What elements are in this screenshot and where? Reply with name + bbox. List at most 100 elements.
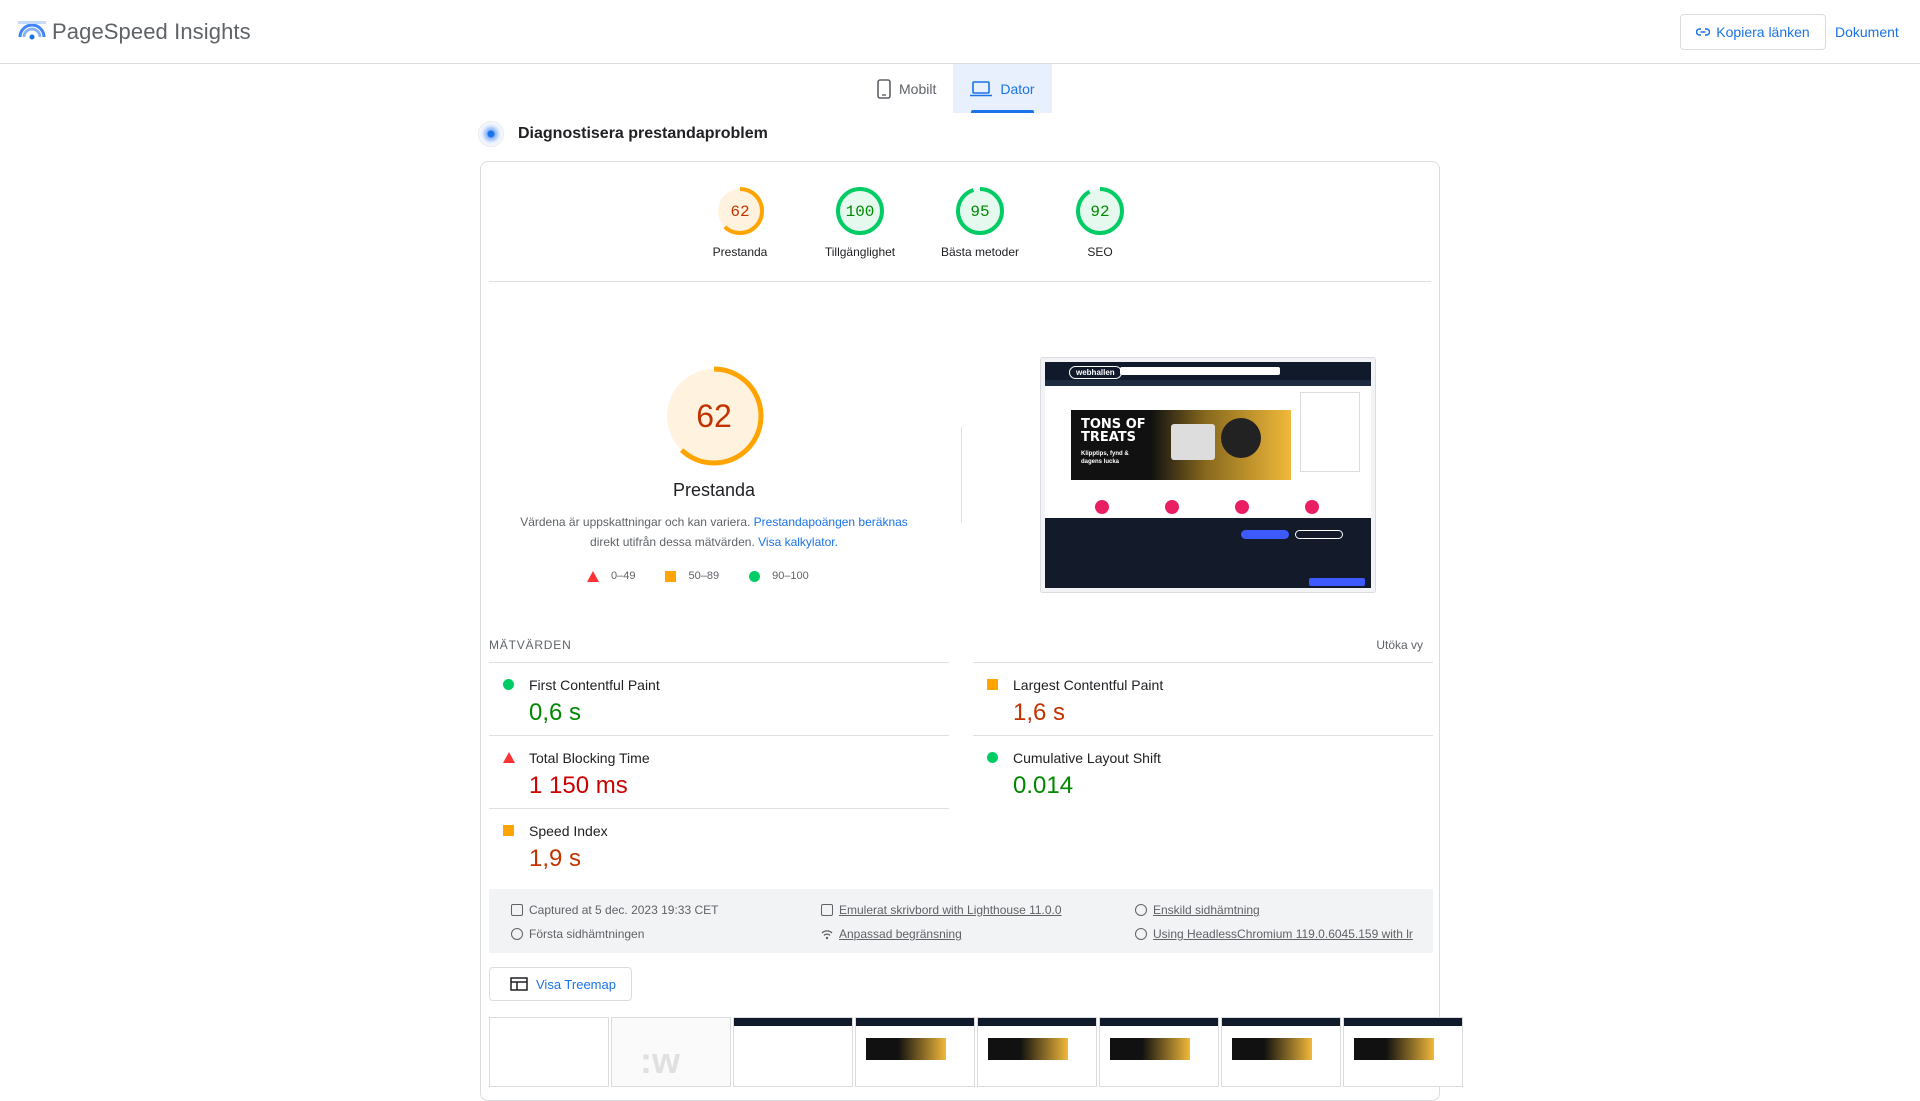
metric-fcp-name: First Contentful Paint [529, 677, 660, 693]
copy-link-button[interactable]: Kopiera länken [1680, 14, 1826, 50]
seo-score: 92 [1090, 203, 1109, 221]
info-browser[interactable]: Using HeadlessChromium 119.0.6045.159 wi… [1135, 927, 1425, 941]
metric-lcp-name: Largest Contentful Paint [1013, 677, 1164, 693]
docs-link[interactable]: Dokument [1835, 24, 1899, 40]
screenshot-content: webhallen TONS OF TREATS Klipptips, fynd… [1045, 362, 1371, 588]
site-search-bar [1120, 367, 1280, 375]
category-gauges: 62 Prestanda 100 Tillgänglighet 95 Bästa… [481, 162, 1439, 282]
gauge-accessibility[interactable]: 100 Tillgänglighet [815, 186, 905, 259]
note-text: Värdena är uppskattningar och kan varier… [520, 515, 754, 529]
laptop-icon [970, 80, 993, 96]
legend-fail: 0–49 [587, 570, 635, 582]
tab-mobile[interactable]: Mobilt [860, 64, 953, 113]
gauge-best-practices-label: Bästa metoder [940, 245, 1020, 259]
calculator-link[interactable]: Visa kalkylator. [758, 535, 838, 549]
average-square-icon [987, 679, 998, 690]
cookie-settings-button [1295, 530, 1343, 539]
filmstrip-frame [489, 1017, 609, 1087]
filmstrip-frame [977, 1017, 1097, 1087]
metric-cls-name: Cumulative Layout Shift [1013, 750, 1161, 766]
filmstrip-frame [855, 1017, 975, 1087]
metric-lcp: Largest Contentful Paint 1,6 s [973, 662, 1433, 735]
info-throttling[interactable]: Anpassad begränsning [821, 927, 962, 941]
triangle-icon [587, 570, 599, 582]
info-captured-text: Captured at 5 dec. 2023 19:33 CET [529, 903, 719, 917]
performance-big-gauge: 62 [664, 366, 764, 466]
page-screenshot[interactable]: webhallen TONS OF TREATS Klipptips, fynd… [1040, 357, 1376, 593]
link-icon [1696, 28, 1711, 36]
filmstrip: :w [489, 1017, 1463, 1087]
performance-score-ring: 62 [716, 187, 764, 235]
performance-big-score: 62 [696, 398, 732, 434]
info-first-load: Första sidhämtningen [511, 927, 644, 941]
legend-pass-range: 90–100 [772, 570, 809, 582]
filmstrip-frame: :w [611, 1017, 731, 1087]
filmstrip-frame [733, 1017, 853, 1087]
cookie-footer-button [1309, 578, 1365, 586]
copy-link-label: Kopiera länken [1716, 24, 1810, 40]
filmstrip-frame [1343, 1017, 1463, 1087]
hero-headphones [1221, 418, 1261, 458]
hero-subtitle: Klipptips, fynd & dagens lucka [1081, 451, 1129, 465]
seo-score-ring: 92 [1076, 187, 1124, 235]
browser-icon [1135, 928, 1147, 940]
performance-note: Värdena är uppskattningar och kan varier… [511, 512, 917, 552]
pass-circle-icon [503, 679, 514, 690]
pagespeed-logo-icon [18, 21, 46, 40]
calculation-link[interactable]: Prestandapoängen beräknas [754, 515, 908, 529]
tab-desktop[interactable]: Dator [953, 64, 1052, 113]
run-info: Captured at 5 dec. 2023 19:33 CET Första… [489, 889, 1433, 953]
legend-average-range: 50–89 [688, 570, 720, 582]
gauge-seo-label: SEO [1087, 245, 1113, 259]
tab-mobile-label: Mobilt [899, 80, 937, 97]
product-badge-3 [1235, 500, 1249, 514]
average-square-icon [503, 825, 514, 836]
accessibility-score: 100 [846, 203, 875, 221]
info-single-load[interactable]: Enskild sidhämtning [1135, 903, 1260, 917]
cookie-banner [1045, 518, 1371, 588]
calendar-icon [511, 904, 523, 916]
vertical-separator [961, 427, 962, 523]
metric-lcp-value: 1,6 s [1013, 699, 1066, 726]
product-badge-2 [1165, 500, 1179, 514]
metric-cls: Cumulative Layout Shift 0.014 [973, 735, 1433, 808]
product-badge-1 [1095, 500, 1109, 514]
performance-score: 62 [730, 203, 749, 221]
info-emulated-text: Emulerat skrivbord with Lighthouse 11.0.… [839, 903, 1062, 917]
phone-icon [877, 78, 891, 99]
metric-si-value: 1,9 s [529, 845, 582, 872]
view-treemap-button[interactable]: Visa Treemap [489, 967, 632, 1001]
device-tabs: Mobilt Dator [860, 64, 1052, 113]
info-captured: Captured at 5 dec. 2023 19:33 CET [511, 903, 718, 917]
metrics-heading: MÄTVÄRDEN [489, 638, 572, 652]
info-first-load-text: Första sidhämtningen [529, 927, 645, 941]
gauge-performance[interactable]: 62 Prestanda [695, 186, 785, 259]
desktop-diagnose-icon [478, 121, 504, 147]
fail-triangle-icon [503, 752, 515, 763]
gauge-best-practices[interactable]: 95 Bästa metoder [935, 186, 1025, 259]
metric-si: Speed Index 1,9 s [489, 808, 949, 881]
hero-product [1171, 424, 1215, 460]
single-load-icon [1135, 904, 1147, 916]
info-single-load-text: Enskild sidhämtning [1153, 903, 1260, 917]
info-emulated[interactable]: Emulerat skrivbord with Lighthouse 11.0.… [821, 903, 1062, 917]
performance-big-label: Prestanda [672, 480, 756, 500]
filmstrip-watermark: :w [640, 1040, 680, 1081]
site-nav [1045, 380, 1371, 386]
gauge-accessibility-label: Tillgänglighet [824, 245, 896, 259]
top-bar: PageSpeed Insights Kopiera länken Dokume… [0, 0, 1920, 64]
expand-view-toggle[interactable]: Utöka vy [1376, 638, 1423, 652]
tab-desktop-label: Dator [1000, 80, 1035, 97]
pass-circle-icon [987, 752, 998, 763]
legend-fail-range: 0–49 [611, 570, 636, 582]
metric-si-name: Speed Index [529, 823, 608, 839]
metric-tbt-value: 1 150 ms [529, 772, 628, 799]
filmstrip-frame [1221, 1017, 1341, 1087]
gauge-divider [489, 281, 1431, 282]
diagnose-header: Diagnostisera prestandaproblem [478, 121, 768, 147]
circle-icon [749, 570, 761, 582]
hero-title: TONS OF TREATS [1081, 417, 1146, 445]
gauge-seo[interactable]: 92 SEO [1055, 186, 1145, 259]
devices-icon [821, 904, 833, 916]
timer-icon [511, 928, 523, 940]
